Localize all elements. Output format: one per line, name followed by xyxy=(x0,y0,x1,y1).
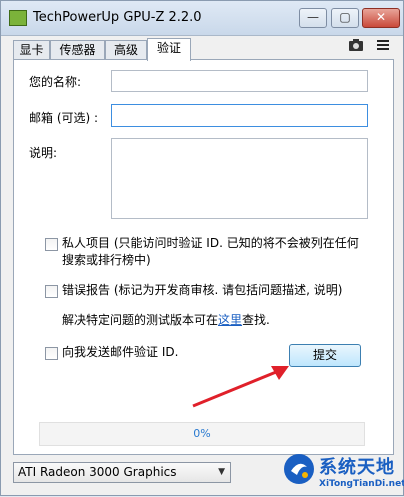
name-field[interactable] xyxy=(111,70,368,92)
gpu-select-value: ATI Radeon 3000 Graphics xyxy=(18,465,177,479)
gpuz-app-icon xyxy=(9,10,27,26)
site-watermark: 系统天地 XiTongTianDi.net xyxy=(279,451,404,497)
menu-icon[interactable] xyxy=(376,38,390,56)
gpuz-window: TechPowerUp GPU-Z 2.2.0 — ▢ ✕ 显卡 传感器 高级 … xyxy=(0,0,404,496)
email-field[interactable] xyxy=(111,104,368,127)
comment-textarea[interactable] xyxy=(111,138,368,219)
bug-report-checkbox-label: 错误报告 (标记为开发商审核. 请包括问题描述, 说明) xyxy=(62,283,343,297)
watermark-title: 系统天地 xyxy=(319,457,395,478)
gpu-select[interactable]: ATI Radeon 3000 Graphics ▼ xyxy=(13,462,231,483)
tab-sensors[interactable]: 传感器 xyxy=(50,40,105,60)
tab-graphics-card[interactable]: 显卡 xyxy=(13,40,50,60)
test-note-suffix: 查找. xyxy=(242,313,270,327)
test-note-prefix: 解决特定问题的测试版本可在 xyxy=(62,313,219,327)
tab-advanced[interactable]: 高级 xyxy=(105,40,147,60)
chevron-down-icon: ▼ xyxy=(218,467,225,477)
private-checkbox-label: 私人项目 (只能访问时验证 ID. 已知的将不会被列在任何搜索或排行榜中) xyxy=(62,236,359,267)
test-version-link[interactable]: 这里 xyxy=(218,313,242,327)
name-label: 您的名称: xyxy=(29,75,82,89)
send-email-checkbox[interactable] xyxy=(45,347,58,360)
comment-label: 说明: xyxy=(29,146,58,160)
upload-progress-bar: 0% xyxy=(39,422,365,446)
window-title: TechPowerUp GPU-Z 2.2.0 xyxy=(33,10,202,25)
red-arrow-annotation xyxy=(192,366,289,408)
title-bar: TechPowerUp GPU-Z 2.2.0 — ▢ ✕ xyxy=(1,1,403,36)
tab-validation[interactable]: 验证 xyxy=(147,38,191,61)
watermark-subtitle: XiTongTianDi.net xyxy=(319,479,404,489)
minimize-button[interactable]: — xyxy=(299,8,327,28)
private-checkbox[interactable] xyxy=(45,238,58,251)
send-email-checkbox-label: 向我发送邮件验证 ID. xyxy=(62,345,179,359)
test-version-note: 解决特定问题的测试版本可在这里查找. xyxy=(62,312,270,329)
close-button[interactable]: ✕ xyxy=(362,8,400,28)
bug-report-checkbox[interactable] xyxy=(45,285,58,298)
submit-button[interactable]: 提交 xyxy=(289,344,361,367)
watermark-logo xyxy=(284,454,314,484)
maximize-button[interactable]: ▢ xyxy=(331,8,359,28)
camera-icon[interactable] xyxy=(348,38,364,56)
email-label: 邮箱 (可选) : xyxy=(29,111,99,125)
